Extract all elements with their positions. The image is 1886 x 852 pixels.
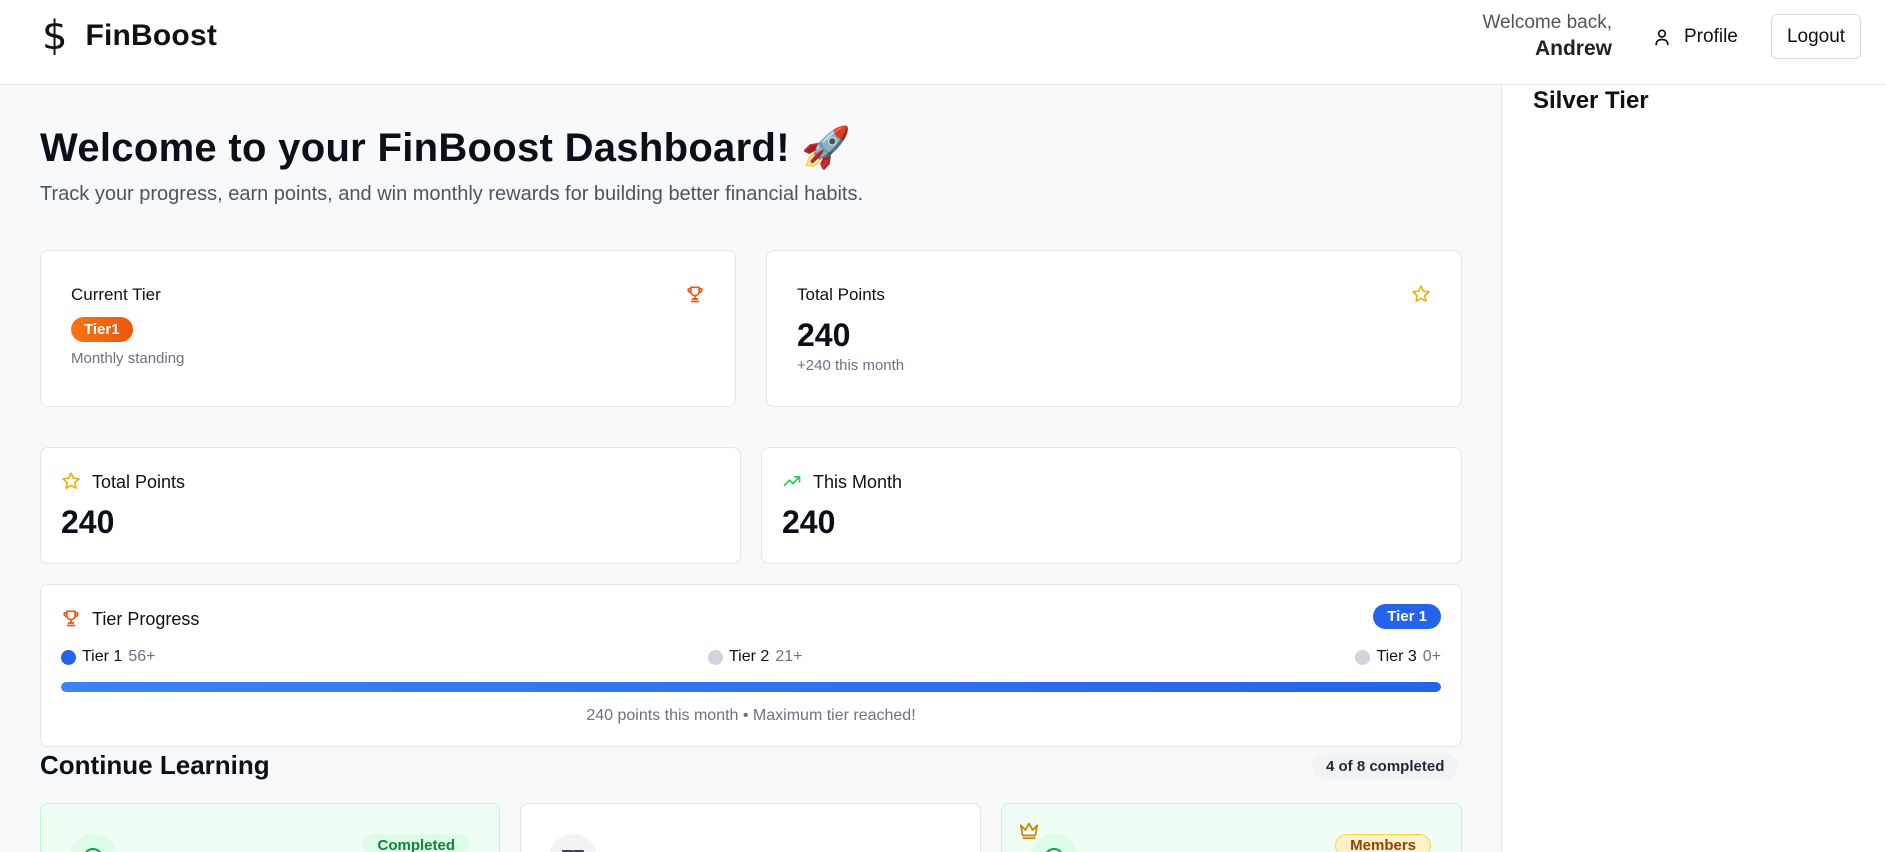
continue-learning-title: Continue Learning xyxy=(40,750,270,780)
tier-progress-title: Tier Progress xyxy=(92,609,200,629)
milestone-requirement: 21+ xyxy=(775,648,803,665)
tier-progress-fill xyxy=(61,682,1441,692)
this-month-label: This Month xyxy=(813,472,903,492)
milestone-tier-3: Tier 3 0+ xyxy=(1355,648,1441,666)
profile-button[interactable]: Profile xyxy=(1644,22,1746,52)
this-month-value: 240 xyxy=(782,504,836,540)
sidebar-title: Silver Tier xyxy=(1533,87,1649,114)
total-points-value: 240 xyxy=(61,504,115,540)
brand[interactable]: $ FinBoost xyxy=(42,14,217,58)
total-points-summary-card: Total Points 240 +240 this month xyxy=(766,250,1462,407)
tier-progress-note: 240 points this month • Maximum tier rea… xyxy=(586,707,916,724)
current-tier-card: Current Tier Tier1 Monthly standing xyxy=(40,250,736,407)
user-icon xyxy=(1652,27,1672,47)
members-badge: Members xyxy=(1335,834,1431,852)
total-points-summary-note: +240 this month xyxy=(797,357,905,374)
brand-name: FinBoost xyxy=(85,19,218,52)
page-title: Welcome to your FinBoost Dashboard! 🚀 xyxy=(40,126,852,170)
milestone-tier-2: Tier 2 21+ xyxy=(708,648,802,666)
trending-up-icon xyxy=(782,471,802,491)
lesson-card-3[interactable]: Members xyxy=(1001,803,1462,852)
milestone-name: Tier 2 xyxy=(729,648,770,665)
check-circle-icon xyxy=(69,834,117,852)
milestone-dot xyxy=(1355,649,1371,665)
total-points-summary-label: Total Points xyxy=(797,285,885,304)
milestone-dot xyxy=(61,649,76,665)
milestone-name: Tier 3 xyxy=(1376,648,1417,665)
current-tier-note: Monthly standing xyxy=(71,350,185,367)
logout-button[interactable]: Logout xyxy=(1771,14,1861,59)
tier-progress-bar xyxy=(61,682,1441,692)
milestone-tier-1: Tier 1 56+ xyxy=(61,648,155,666)
total-points-card: Total Points 240 xyxy=(40,447,741,564)
welcome-line: Welcome back, xyxy=(1482,12,1612,33)
trophy-icon xyxy=(61,608,81,628)
top-navbar: $ FinBoost Welcome back, Andrew Profile … xyxy=(0,0,1886,85)
trophy-icon xyxy=(685,284,705,304)
current-tier-badge: Tier1 xyxy=(71,317,133,342)
profile-label: Profile xyxy=(1684,26,1738,47)
dollar-icon: $ xyxy=(42,13,68,59)
welcome-message: Welcome back, Andrew xyxy=(1482,10,1612,62)
milestone-dot xyxy=(708,649,723,665)
current-tier-label: Current Tier xyxy=(71,285,161,304)
tier-progress-card: Tier Progress Tier 1 Tier 1 56+ Tier 2 2… xyxy=(40,584,1462,747)
check-circle-icon xyxy=(1030,834,1078,852)
milestone-requirement: 56+ xyxy=(128,648,156,665)
this-month-card: This Month 240 xyxy=(761,447,1462,564)
total-points-label: Total Points xyxy=(92,472,186,492)
user-name: Andrew xyxy=(1534,37,1612,60)
tier-sidebar: Silver Tier xyxy=(1501,85,1886,852)
completed-count-badge: 4 of 8 completed xyxy=(1312,753,1459,780)
lesson-card-2[interactable] xyxy=(520,803,981,852)
lesson-status-badge: Completed xyxy=(363,834,469,852)
book-icon xyxy=(549,834,597,852)
page-subtitle: Track your progress, earn points, and wi… xyxy=(40,183,863,205)
lesson-card-1[interactable]: Completed xyxy=(40,803,500,852)
star-icon xyxy=(61,471,81,491)
milestone-requirement: 0+ xyxy=(1422,648,1441,665)
total-points-summary-value: 240 xyxy=(797,317,851,353)
star-icon xyxy=(1411,284,1431,304)
current-tier-pill: Tier 1 xyxy=(1373,604,1441,629)
milestone-name: Tier 1 xyxy=(82,648,123,665)
